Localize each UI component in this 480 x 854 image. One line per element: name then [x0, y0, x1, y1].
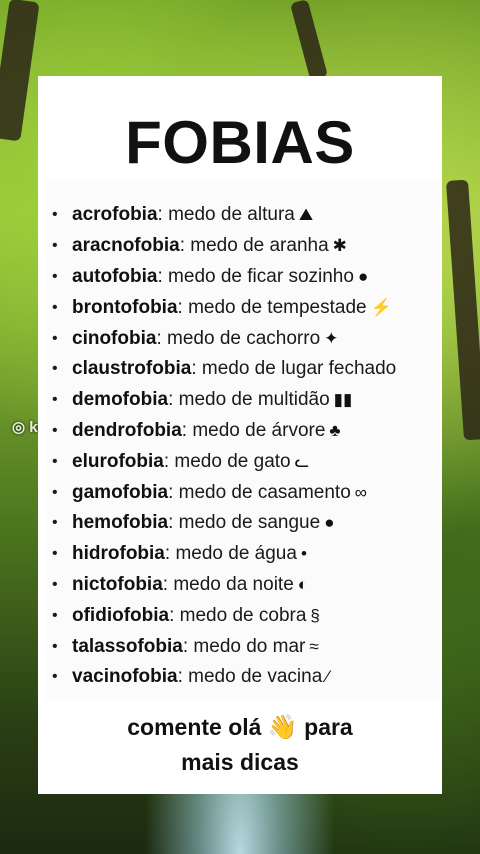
phobia-term: elurofobia	[72, 450, 164, 472]
phobia-description: : medo de ficar sozinho	[157, 265, 354, 287]
phobia-term: acrofobia	[72, 204, 158, 226]
list-item: • vacinofobia: medo de vacina ⁄	[52, 662, 396, 693]
phobia-description: : medo de lugar fechado	[191, 358, 397, 380]
phobia-description: : medo de tempestade	[177, 296, 367, 318]
phobia-description: : medo de água	[164, 543, 297, 565]
phobia-description: : medo de multidão	[168, 389, 330, 411]
wave-icon: ≈	[309, 636, 319, 656]
phobia-term: vacinofobia	[72, 666, 178, 688]
phobia-description: : medo do mar	[182, 635, 306, 657]
bullet: •	[52, 298, 58, 316]
list-item: • talassofobia: medo do mar ≈	[52, 631, 396, 662]
phobia-description: : medo de vacina	[177, 666, 323, 688]
call-to-action: comente olá 👋 para mais dicas	[38, 710, 442, 779]
syringe-icon: ⁄	[326, 667, 330, 687]
phobia-term: talassofobia	[72, 635, 183, 657]
list-item: • dendrofobia: medo de árvore ♣	[52, 416, 396, 447]
phobia-term: hemofobia	[72, 512, 169, 534]
water-drop-icon: •	[300, 544, 307, 564]
spider-icon: ✱	[332, 236, 347, 256]
list-item: • nictofobia: medo da noite ◐	[52, 570, 396, 601]
cta-line-1: comente olá 👋 para	[38, 710, 442, 745]
moon-icon: ◐	[297, 574, 309, 594]
bullet: •	[52, 668, 58, 686]
bullet: •	[52, 637, 58, 655]
bullet: •	[52, 360, 58, 378]
list-item: • claustrofobia: medo de lugar fechado	[52, 354, 396, 385]
list-item: • autofobia: medo de ficar sozinho ●	[52, 262, 396, 293]
blood-drop-icon: ●	[324, 513, 335, 533]
bullet: •	[52, 237, 58, 255]
bullet: •	[52, 514, 58, 532]
page-title: FOBIAS	[125, 109, 355, 176]
cat-icon: ᓚ	[294, 451, 310, 471]
bullet: •	[52, 575, 58, 593]
phobia-term: aracnofobia	[72, 235, 180, 257]
person-icon: ●	[357, 266, 369, 286]
bullet: •	[52, 267, 58, 285]
crowd-icon: ▮▮	[333, 390, 353, 410]
list-item: • hemofobia: medo de sangue ●	[52, 508, 396, 539]
phobia-description: : medo de altura	[157, 204, 295, 226]
bullet: •	[52, 452, 58, 470]
phobia-description: : medo da noite	[162, 573, 294, 595]
cta-line-2: mais dicas	[181, 749, 299, 775]
phobia-description: : medo de árvore	[181, 419, 326, 441]
phobia-description: : medo de cachorro	[156, 327, 321, 349]
tree-icon: ♣	[329, 420, 341, 440]
rings-icon: ∞	[354, 482, 367, 502]
phobia-description: : medo de gato	[163, 450, 291, 472]
bullet: •	[52, 206, 58, 224]
waving-hand-icon: 👋	[267, 714, 298, 741]
lightning-icon: ⚡	[370, 297, 392, 317]
bullet: •	[52, 421, 58, 439]
cta-text-start: comente olá	[127, 714, 262, 740]
list-item: • cinofobia: medo de cachorro ✦	[52, 323, 396, 354]
phobia-list: • acrofobia: medo de altura ⛰ • aracnofobia:…	[52, 200, 396, 693]
phobia-term: demofobia	[72, 389, 169, 411]
bullet: •	[52, 545, 58, 563]
phobia-term: claustrofobia	[72, 358, 192, 380]
phobia-description: : medo de sangue	[168, 512, 321, 534]
phobia-term: ofidiofobia	[72, 604, 170, 626]
phobia-term: autofobia	[72, 265, 158, 287]
dog-icon: ✦	[324, 328, 339, 348]
list-item: • gamofobia: medo de casamento ∞	[52, 477, 396, 508]
bullet: •	[52, 391, 58, 409]
phobia-term: nictofobia	[72, 573, 163, 595]
bullet: •	[52, 606, 58, 624]
list-item: • demofobia: medo de multidão ▮▮	[52, 385, 396, 416]
climber-icon: ⛰	[298, 205, 314, 225]
phobia-term: dendrofobia	[72, 419, 182, 441]
phobia-description: : medo de cobra	[169, 604, 307, 626]
cta-text-end: para	[304, 714, 353, 740]
bullet: •	[52, 329, 58, 347]
list-item: • hidrofobia: medo de água •	[52, 539, 396, 570]
list-item: • acrofobia: medo de altura ⛰	[52, 200, 396, 231]
list-item: • aracnofobia: medo de aranha ✱	[52, 231, 396, 262]
snake-icon: §	[310, 605, 320, 625]
list-item: • ofidiofobia: medo de cobra §	[52, 600, 396, 631]
phobia-description: : medo de aranha	[179, 235, 329, 257]
phobia-term: hidrofobia	[72, 543, 165, 565]
list-item: • elurofobia: medo de gato ᓚ	[52, 446, 396, 477]
phobia-description: : medo de casamento	[168, 481, 351, 503]
phobia-term: cinofobia	[72, 327, 157, 349]
list-item: • brontofobia: medo de tempestade ⚡	[52, 292, 396, 323]
bullet: •	[52, 483, 58, 501]
phobia-term: gamofobia	[72, 481, 169, 503]
phobia-term: brontofobia	[72, 296, 178, 318]
